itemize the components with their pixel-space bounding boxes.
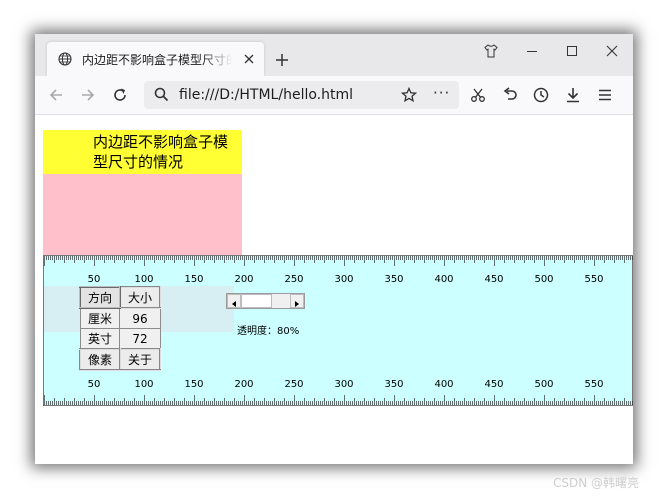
watermark: CSDN @韩曙亮 xyxy=(553,476,640,490)
ruler-scale-top: 50 100 150 200 250 300 350 400 450 500 550 xyxy=(44,256,633,285)
tshirt-icon[interactable] xyxy=(484,44,498,58)
forward-icon[interactable] xyxy=(80,87,96,103)
ruler-tick-label: 150 xyxy=(184,274,203,285)
about-button[interactable]: 关于 xyxy=(118,348,162,371)
scissors-icon[interactable] xyxy=(470,87,486,103)
ruler-tick-label: 150 xyxy=(184,379,203,390)
size-button[interactable]: 大小 xyxy=(118,286,162,309)
window-close-icon[interactable] xyxy=(605,44,619,58)
ruler-tick-label: 100 xyxy=(134,379,153,390)
caret-left-icon xyxy=(232,301,236,307)
direction-button[interactable]: 方向 xyxy=(79,286,121,309)
scroll-right-arrow[interactable] xyxy=(290,294,304,308)
unit-cm-label[interactable]: 厘米 xyxy=(79,307,121,329)
download-icon[interactable] xyxy=(565,87,581,103)
pink-box: 内边距不影响盒子模型尺寸的情况 xyxy=(43,130,242,255)
ruler-tick-label: 400 xyxy=(434,379,453,390)
ruler-tick-label: 200 xyxy=(234,274,253,285)
ruler-scale-bottom: 50 100 150 200 250 300 350 400 450 500 550 xyxy=(44,379,633,405)
screen-ruler[interactable]: 50 100 150 200 250 300 350 400 450 500 550 方向 大小 厘… xyxy=(43,255,633,406)
maximize-icon[interactable] xyxy=(565,44,579,58)
url-text[interactable]: file:///D:/HTML/hello.html xyxy=(179,87,353,103)
ruler-tick-label: 50 xyxy=(88,379,101,390)
ruler-tick-label: 350 xyxy=(384,379,403,390)
scroll-left-arrow[interactable] xyxy=(227,294,241,308)
unit-pixel-button[interactable]: 像素 xyxy=(79,348,121,371)
ruler-tick-label: 450 xyxy=(484,274,503,285)
scroll-thumb[interactable] xyxy=(241,294,272,308)
page-content: 内边距不影响盒子模型尺寸的情况 50 100 150 200 250 300 350 400 4… xyxy=(35,115,633,464)
search-icon xyxy=(154,87,169,102)
ruler-tick-label: 500 xyxy=(534,274,553,285)
ruler-tick-label: 300 xyxy=(334,379,353,390)
box-text: 内边距不影响盒子模型尺寸的情况 xyxy=(93,133,229,171)
history-icon[interactable] xyxy=(533,87,549,103)
unit-inch-value: 72 xyxy=(119,328,161,350)
plus-icon[interactable] xyxy=(275,53,289,67)
ruler-tick-label: 200 xyxy=(234,379,253,390)
tab-title: 内边距不影响盒子模型尺寸的情况 xyxy=(82,53,232,67)
more-icon[interactable]: ··· xyxy=(433,84,450,102)
ruler-tick-label: 350 xyxy=(384,274,403,285)
ruler-tick-label: 100 xyxy=(134,274,153,285)
opacity-label: 透明度：80% xyxy=(237,326,300,337)
ruler-tick-label: 500 xyxy=(534,379,553,390)
ruler-tick-label: 50 xyxy=(88,274,101,285)
ruler-tick-label: 250 xyxy=(284,274,303,285)
unit-inch-label[interactable]: 英寸 xyxy=(79,328,121,350)
reload-icon[interactable] xyxy=(112,87,128,103)
star-icon[interactable] xyxy=(401,87,417,103)
back-icon[interactable] xyxy=(48,87,64,103)
tab-active[interactable]: 内边距不影响盒子模型尺寸的情况 xyxy=(47,42,264,76)
opacity-scrollbar[interactable] xyxy=(226,293,305,309)
nav-toolbar: file:///D:/HTML/hello.html ··· xyxy=(35,76,633,115)
ruler-tick-label: 400 xyxy=(434,274,453,285)
undo-icon[interactable] xyxy=(502,87,518,103)
close-icon[interactable] xyxy=(243,53,255,65)
ruler-tick-label: 550 xyxy=(584,274,603,285)
address-bar[interactable]: file:///D:/HTML/hello.html ··· xyxy=(144,81,459,109)
ruler-tick-label: 550 xyxy=(584,379,603,390)
caret-right-icon xyxy=(295,301,299,307)
menu-icon[interactable] xyxy=(597,87,613,103)
ruler-control-grid: 方向 大小 厘米 96 英寸 72 像素 关于 xyxy=(79,286,162,371)
globe-icon xyxy=(58,52,72,66)
ruler-tick-label: 300 xyxy=(334,274,353,285)
unit-cm-value: 96 xyxy=(119,307,161,329)
browser-window: 内边距不影响盒子模型尺寸的情况 xyxy=(35,34,633,464)
minimize-icon[interactable] xyxy=(525,44,539,58)
ruler-tick-label: 450 xyxy=(484,379,503,390)
ruler-tick-label: 250 xyxy=(284,379,303,390)
tab-bar: 内边距不影响盒子模型尺寸的情况 xyxy=(35,34,633,76)
